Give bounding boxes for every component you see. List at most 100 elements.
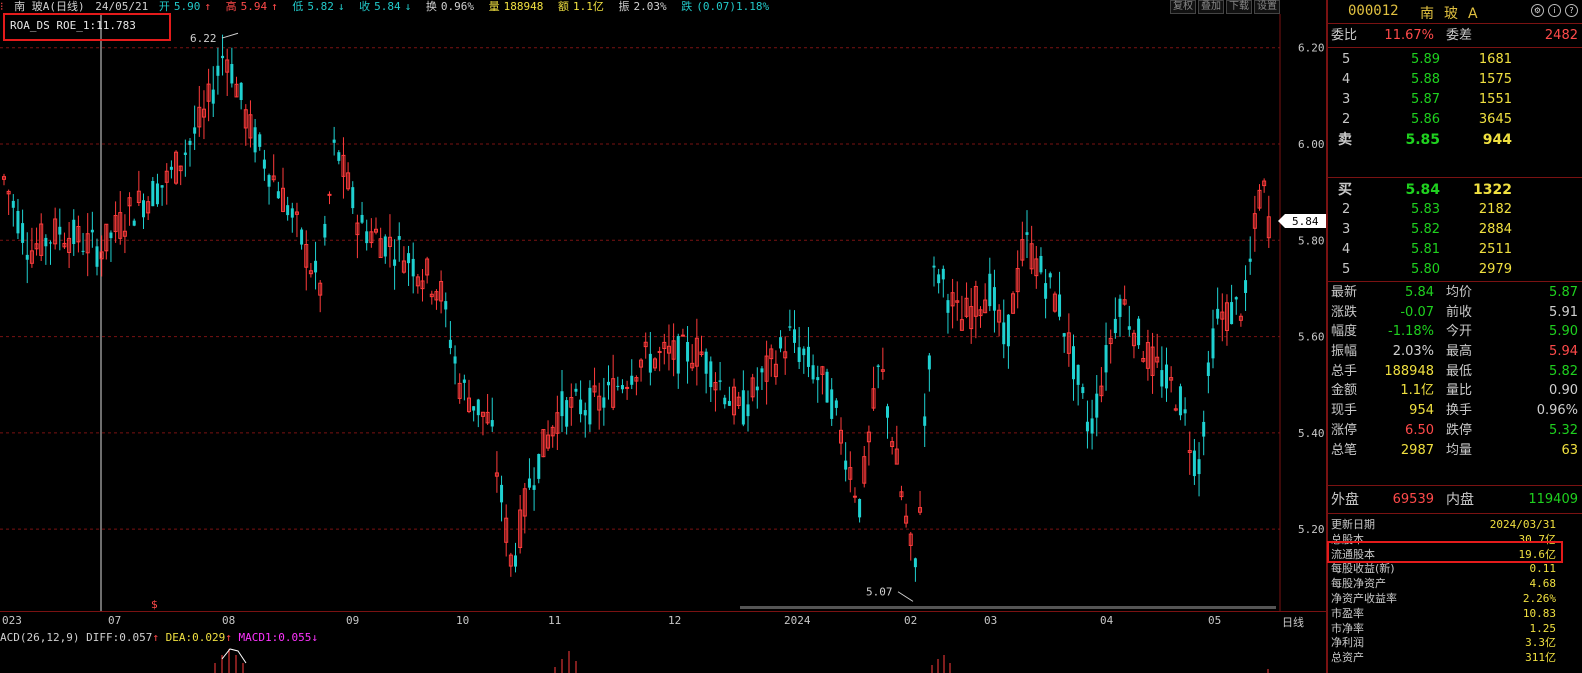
adjust-button[interactable]: 复权 — [1170, 0, 1196, 14]
candle-body — [602, 397, 606, 408]
settings-button[interactable]: 设置 — [1254, 0, 1280, 14]
finance-label: 净资产收益率 — [1331, 591, 1397, 605]
stat-label: 涨停 — [1331, 422, 1358, 438]
bid-row[interactable]: 3 5.82 2884 — [1328, 220, 1582, 240]
ask-row[interactable]: 5 5.89 1681 — [1328, 50, 1582, 70]
finance-row: 净资产收益率 2.26% — [1328, 592, 1582, 607]
candle-body — [560, 391, 564, 417]
macd-canvas[interactable] — [0, 645, 1326, 673]
candle-body — [1095, 393, 1099, 418]
candle-body — [793, 329, 796, 343]
kline-canvas[interactable]: 6.20 6.00 5.80 5.60 5.40 5.20 6.22 5.07 5.84 $ — [0, 14, 1326, 611]
candle-body — [607, 381, 610, 386]
candle-body — [588, 387, 592, 425]
stat-value: 5.94 — [1549, 344, 1578, 360]
arrow-up-icon: ↑ — [204, 0, 211, 13]
ask-row[interactable]: 3 5.87 1551 — [1328, 90, 1582, 110]
period-selector[interactable]: 日线 — [1282, 614, 1304, 630]
diff-value: 0.057 — [119, 631, 153, 644]
finance-value: 3.3亿 — [1525, 636, 1556, 650]
candle-body — [537, 453, 541, 479]
candle-body — [834, 400, 838, 408]
ask-row-best[interactable]: 卖 5.85 944 — [1328, 130, 1582, 150]
time-label: 05 — [1208, 614, 1222, 627]
stat-value: 2987 — [1400, 442, 1434, 458]
finance-row: 市净率 1.25 — [1328, 622, 1582, 637]
candle-body — [988, 273, 992, 307]
ask-row[interactable]: 4 5.88 1575 — [1328, 70, 1582, 90]
finance-row: 市盈率 10.83 — [1328, 607, 1582, 622]
candle-body — [290, 208, 294, 218]
kline-chart[interactable]: 6.20 6.00 5.80 5.60 5.40 5.20 6.22 5.07 5.84 $ — [0, 14, 1326, 611]
stat-value: 5.82 — [1549, 363, 1578, 379]
price-label: 5.20 — [1298, 523, 1325, 536]
candle-body — [476, 399, 480, 416]
candle-body — [267, 175, 271, 187]
candle-body — [858, 499, 862, 518]
candle-body — [811, 365, 815, 380]
candle-body — [852, 495, 857, 498]
bid-row-best[interactable]: 买 5.84 1322 — [1328, 180, 1582, 200]
candle-body — [1118, 298, 1122, 317]
stock-code: 000012 — [1348, 3, 1399, 19]
finance-value: 311亿 — [1525, 651, 1556, 665]
candle-body — [648, 353, 652, 373]
arrow-down-icon: ↓ — [311, 631, 318, 644]
stat-value: 63 — [1561, 442, 1578, 458]
settings-icon[interactable]: ⚙ — [1531, 4, 1544, 17]
help-icon[interactable]: ? — [1565, 4, 1578, 17]
candle-body — [927, 355, 931, 370]
candle-body — [383, 236, 387, 257]
scroll-track — [740, 606, 1276, 609]
bid-row[interactable]: 5 5.80 2979 — [1328, 260, 1582, 280]
time-label: 08 — [222, 614, 236, 627]
stat-label: 跌停 — [1446, 422, 1473, 438]
label-layer: 6.20 6.00 5.80 5.60 5.40 5.20 6.22 5.07 5.84 $ — [151, 32, 1326, 611]
bid-row[interactable]: 2 5.83 2182 — [1328, 200, 1582, 220]
indicator-text: ROA_DS ROE_1:11.783 — [10, 19, 136, 32]
candle-body — [676, 336, 680, 374]
candle-body — [314, 260, 318, 273]
menu-icon[interactable]: ⁝ — [0, 0, 4, 13]
outer-inner-row: 外盘 69539 内盘 119409 — [1328, 486, 1582, 514]
candle-body — [579, 399, 583, 415]
candle-body — [1183, 409, 1187, 414]
candle-body — [1044, 283, 1048, 299]
download-button[interactable]: 下载 — [1226, 0, 1252, 14]
candle-body — [1230, 302, 1234, 325]
macd-readout: ACD(26,12,9) DIFF:0.057↑ DEA:0.029↑ MACD… — [0, 631, 600, 645]
overlay-button[interactable]: 叠加 — [1198, 0, 1224, 14]
amount-field: 额 1.1亿 — [557, 0, 604, 13]
candle-body — [876, 365, 880, 367]
stat-row: 涨停 6.50 跌停 5.32 — [1328, 421, 1582, 441]
inner-value: 119409 — [1528, 492, 1578, 507]
macd-label: MACD1: — [238, 631, 279, 644]
candle-body — [1178, 386, 1182, 416]
ask-row[interactable]: 2 5.86 3645 — [1328, 110, 1582, 130]
finance-row: 更新日期 2024/03/31 — [1328, 518, 1582, 533]
candle-body — [25, 254, 29, 260]
diff-label: 委差 — [1446, 28, 1473, 43]
candle-body — [1006, 314, 1010, 347]
candle-body — [160, 185, 164, 188]
candle-body — [1244, 280, 1248, 293]
candle-body — [1192, 450, 1196, 477]
stock-header: 000012 南玻A ⚙ i ? — [1328, 0, 1582, 24]
candle-body — [1085, 421, 1089, 432]
finance-label: 总资产 — [1331, 651, 1364, 665]
indicator-readout[interactable]: ROA_DS ROE_1:11.783 — [3, 13, 171, 41]
candle-body — [1202, 421, 1206, 437]
candle-body — [830, 389, 834, 419]
finance-label: 每股收益(新) — [1331, 562, 1395, 576]
info-icon[interactable]: i — [1548, 4, 1561, 17]
candle-body — [337, 152, 341, 161]
candle-body — [1248, 258, 1252, 262]
candle-body — [11, 200, 15, 208]
time-label: 2024 — [784, 614, 811, 627]
candle-body — [1090, 418, 1094, 434]
stat-row: 总手 188948 最低 5.82 — [1328, 362, 1582, 382]
max-price-label: 6.22 — [190, 32, 217, 45]
candle-body — [686, 342, 690, 362]
candle-body — [444, 301, 448, 310]
bid-row[interactable]: 4 5.81 2511 — [1328, 240, 1582, 260]
